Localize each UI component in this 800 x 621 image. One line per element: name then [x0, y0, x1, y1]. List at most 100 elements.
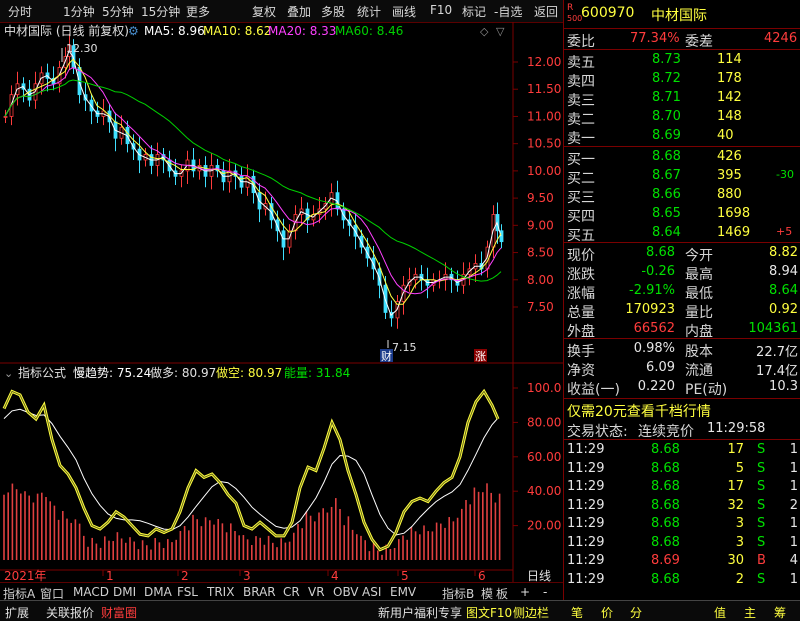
bid-label: 买二 [567, 171, 595, 187]
bid-price: 8.65 [652, 206, 681, 221]
ind-axis-label: 100.0 [527, 381, 561, 395]
tab-5min[interactable]: 5分钟 [102, 3, 134, 20]
weicha-value: 4246 [764, 31, 798, 46]
indicator-chart[interactable]: 100.0 80.00 60.00 40.00 20.00 ⌄ 指标公式 慢趋势: 75… [0, 364, 563, 582]
tab-fsl[interactable]: FSL [177, 585, 198, 599]
fundamental-label: 收益(一) [567, 382, 620, 398]
add-icon[interactable]: + [520, 585, 530, 599]
period-toolbar: 分时 1分钟 5分钟 15分钟 更多 复权 叠加 多股 统计 画线 F10 标记… [0, 0, 563, 23]
price-icon-button[interactable]: 价 [601, 604, 613, 621]
tab-emv[interactable]: EMV [390, 585, 416, 599]
settings-icon[interactable]: ⚙ [128, 24, 139, 38]
tab-dma[interactable]: DMA [144, 585, 172, 599]
trade-time: 11:29:58 [707, 421, 766, 436]
remove-watchlist-button[interactable]: -自选 [494, 3, 522, 20]
bid-row[interactable]: 买五 8.64 1469 +5 [564, 224, 800, 244]
value-icon-button[interactable]: 值 [714, 604, 726, 621]
chips-icon-button[interactable]: 筹 [774, 604, 786, 621]
ask-label: 卖四 [567, 74, 595, 90]
ask-label: 卖五 [567, 55, 595, 71]
tick-count: 1 [789, 571, 798, 587]
tick-icon-button[interactable]: 笔 [571, 604, 583, 621]
statistics-button[interactable]: 统计 [357, 3, 381, 20]
tab-15min[interactable]: 15分钟 [141, 3, 180, 20]
related-quote-button[interactable]: 关联报价 [46, 604, 94, 621]
stat-value: -2.91% [629, 283, 675, 298]
ask-row[interactable]: 卖一 8.69 40 [564, 127, 800, 147]
f10-text-button[interactable]: 图文F10 [466, 604, 512, 621]
ask-row[interactable]: 卖四 8.72 178 [564, 70, 800, 90]
new-user-promo-link[interactable]: 新用户福利专享 [378, 604, 462, 621]
wealth-circle-button[interactable]: 财富圈 [101, 604, 137, 621]
extend-button[interactable]: 扩展 [5, 604, 29, 621]
weibi-label: 委比 [567, 34, 595, 50]
bid-price: 8.67 [652, 168, 681, 183]
tab-trix[interactable]: TRIX [207, 585, 234, 599]
chevron-down-icon[interactable]: ▽ [496, 25, 505, 38]
bid-row[interactable]: 买三 8.66 880 [564, 186, 800, 206]
fundamental-row: 换手 0.98% 股本 22.7亿 [564, 340, 800, 360]
candlestick-chart[interactable]: 12.00 11.50 11.00 10.50 10.00 9.50 9.00 8.50 8.0… [0, 22, 563, 364]
stat-value: 8.82 [769, 245, 798, 260]
month-label: 6 [478, 569, 486, 582]
bid-row[interactable]: 买二 8.67 395 -30 [564, 167, 800, 187]
fundamental-value: 22.7亿 [756, 345, 798, 360]
price-axis-label: 11.50 [527, 82, 561, 96]
split-icon-button[interactable]: 分 [630, 604, 642, 621]
price-axis-label: 11.00 [527, 109, 561, 123]
tick-row: 11:29 8.68 3 S 1 [564, 534, 800, 553]
main-icon-button[interactable]: 主 [744, 604, 756, 621]
tab-macd[interactable]: MACD [73, 585, 109, 599]
tab-asi[interactable]: ASI [362, 585, 381, 599]
ask-label: 卖三 [567, 93, 595, 109]
stat-label: 总量 [567, 305, 595, 321]
indicator-name[interactable]: 指标公式 [18, 365, 66, 380]
mark-button[interactable]: 标记 [462, 3, 486, 20]
sidebar-toggle[interactable]: 侧边栏 [513, 604, 549, 621]
tab-brar[interactable]: BRAR [243, 585, 276, 599]
time-axis-year: 2021年 [4, 569, 47, 582]
ask-volume: 114 [717, 52, 742, 67]
tick-volume: 3 [735, 534, 744, 550]
code-sub: 500 [567, 14, 583, 23]
tab-fenshi[interactable]: 分时 [8, 3, 32, 20]
draw-line-button[interactable]: 画线 [392, 3, 416, 20]
tab-cr[interactable]: CR [283, 585, 300, 599]
ask-row[interactable]: 卖二 8.70 148 [564, 108, 800, 128]
ind-axis-label: 60.00 [527, 450, 561, 464]
tab-vr[interactable]: VR [308, 585, 325, 599]
tick-count: 1 [789, 479, 798, 494]
rise-tag-label: 涨 [475, 350, 486, 363]
tab-1min[interactable]: 1分钟 [63, 3, 95, 20]
ask-row[interactable]: 卖三 8.71 142 [564, 89, 800, 109]
stat-value: 8.94 [769, 264, 798, 279]
month-label: 3 [243, 569, 251, 582]
fundamental-row: 净资 6.09 流通 17.4亿 [564, 359, 800, 379]
tick-time: 11:29 [567, 553, 605, 568]
tick-row: 11:29 8.68 5 S 1 [564, 460, 800, 479]
fuquan-button[interactable]: 复权 [252, 3, 276, 20]
tick-volume: 17 [727, 479, 744, 494]
tick-time: 11:29 [567, 460, 605, 476]
f10-button[interactable]: F10 [430, 3, 452, 17]
ask-row[interactable]: 卖五 8.73 114 [564, 51, 800, 71]
tab-dmi[interactable]: DMI [113, 585, 136, 599]
indicator-menu-icon[interactable]: ⌄ [4, 367, 13, 380]
multi-stock-button[interactable]: 多股 [321, 3, 345, 20]
tab-obv[interactable]: OBV [333, 585, 359, 599]
stat-label: 量比 [685, 305, 713, 321]
back-button[interactable]: 返回 [534, 3, 558, 20]
depth-promo-link[interactable]: 仅需20元查看千档行情 [567, 401, 711, 421]
minus-icon[interactable]: - [543, 585, 547, 599]
overlay-button[interactable]: 叠加 [287, 3, 311, 20]
tick-price: 8.68 [651, 460, 680, 476]
bid-row[interactable]: 买四 8.65 1698 [564, 205, 800, 225]
r-badge: R [567, 3, 574, 13]
more-button[interactable]: 更多 [186, 3, 210, 20]
stat-row: 外盘 66562 内盘 104361 [564, 320, 800, 340]
fundamental-value: 17.4亿 [756, 364, 798, 379]
ask-label: 卖二 [567, 112, 595, 128]
bid-row[interactable]: 买一 8.68 426 [564, 148, 800, 168]
bid-label: 买四 [567, 209, 595, 225]
diamond-icon[interactable]: ◇ [480, 25, 489, 38]
